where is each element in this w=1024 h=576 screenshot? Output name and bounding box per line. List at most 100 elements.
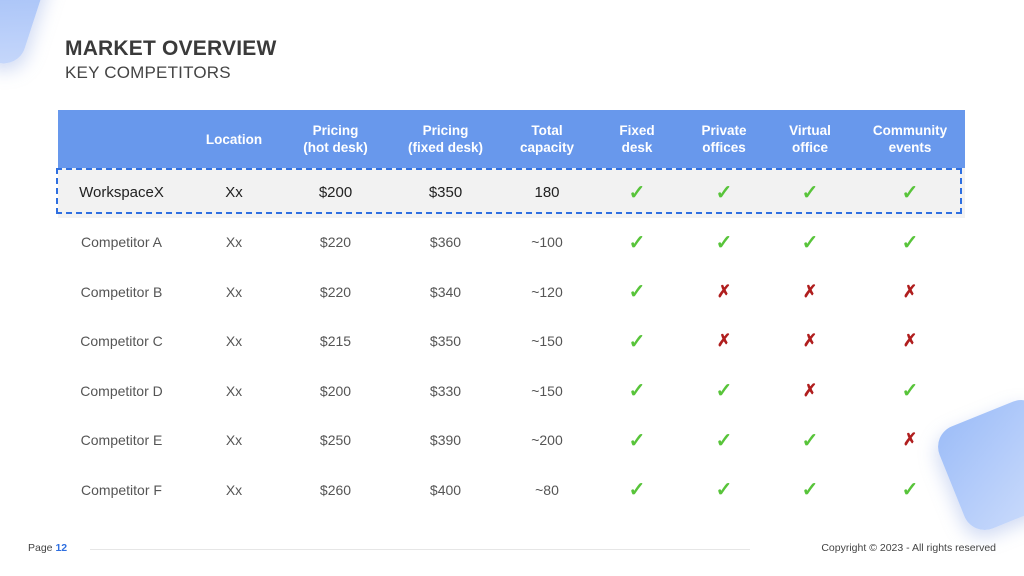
column-header-3: Pricing (fixed desk) [407,123,484,155]
location-cell: Xx [225,481,243,498]
page-indicator: Page 12 [28,542,67,554]
company-name-cell: Competitor D [80,382,163,399]
location-cell: Xx [225,432,243,449]
check-icon: ✓ [715,182,733,205]
table-row: Competitor C Xx $215 $350 ~150 ✓ ✗ ✗ ✗ [58,317,965,367]
cross-icon: ✗ [716,331,732,351]
check-icon: ✓ [801,429,819,452]
fixed-desk-price-cell: $340 [429,283,462,300]
table-row: Competitor A Xx $220 $360 ~100 ✓ ✓ ✓ ✓ [58,218,965,268]
feature-cell: ✓ [591,366,683,416]
location-cell: Xx [225,184,243,202]
footer-divider [90,549,750,550]
feature-cell: ✓ [855,168,965,218]
check-icon: ✓ [715,380,733,403]
feature-cell: ✓ [765,416,855,466]
check-icon: ✓ [628,182,646,205]
column-header-4: Total capacity [519,123,575,155]
decorative-shape-top-left [0,0,59,70]
feature-cell: ✗ [765,366,855,416]
fixed-desk-price-cell: $400 [429,481,462,498]
feature-cell: ✓ [765,168,855,218]
cross-icon: ✗ [802,380,818,400]
check-icon: ✓ [715,479,733,502]
column-header-7: Virtual office [789,123,831,155]
hot-desk-price-cell: $200 [318,184,353,202]
feature-cell: ✓ [591,267,683,317]
company-name-cell: Competitor E [80,432,163,449]
table-row: Competitor D Xx $200 $330 ~150 ✓ ✓ ✗ ✓ [58,366,965,416]
column-header-6: Private offices [701,123,747,155]
table-row: Competitor E Xx $250 $390 ~200 ✓ ✓ ✓ ✗ [58,416,965,466]
slide-subtitle: KEY COMPETITORS [65,63,231,82]
fixed-desk-price-cell: $330 [429,382,462,399]
hot-desk-price-cell: $260 [319,481,352,498]
feature-cell: ✓ [855,218,965,268]
check-icon: ✓ [628,429,646,452]
company-name-cell: Competitor A [81,234,162,251]
feature-cell: ✓ [683,168,765,218]
check-icon: ✓ [801,182,819,205]
feature-cell: ✗ [683,267,765,317]
location-cell: Xx [225,234,243,251]
check-icon: ✓ [901,231,919,254]
hot-desk-price-cell: $250 [319,432,352,449]
capacity-cell: ~150 [531,382,563,399]
check-icon: ✓ [628,479,646,502]
company-name-cell: Competitor C [80,333,163,350]
page-number: 12 [55,542,68,554]
hot-desk-price-cell: $200 [319,382,352,399]
feature-cell: ✗ [855,317,965,367]
column-header-0 [58,110,185,168]
feature-cell: ✗ [855,267,965,317]
feature-cell: ✓ [683,218,765,268]
check-icon: ✓ [801,231,819,254]
capacity-cell: ~80 [535,481,559,498]
fixed-desk-price-cell: $350 [429,333,462,350]
feature-cell: ✗ [683,317,765,367]
check-icon: ✓ [628,231,646,254]
table-row-highlighted: WorkspaceX Xx $200 $350 180 ✓ ✓ ✓ ✓ [56,168,965,218]
competitor-table: Location Pricing (hot desk) Pricing (fixed d… [56,110,965,515]
capacity-cell: ~150 [531,333,563,350]
company-name-cell: WorkspaceX [79,184,164,202]
feature-cell: ✓ [683,465,765,515]
feature-cell: ✗ [765,317,855,367]
column-header-2: Pricing (hot desk) [303,123,368,155]
fixed-desk-price-cell: $350 [428,184,463,202]
cross-icon: ✗ [802,331,818,351]
feature-cell: ✓ [683,416,765,466]
cross-icon: ✗ [902,281,918,301]
feature-cell: ✓ [683,366,765,416]
feature-cell: ✓ [765,465,855,515]
check-icon: ✓ [628,281,646,304]
check-icon: ✓ [901,479,919,502]
capacity-cell: ~100 [531,234,563,251]
column-header-5: Fixed desk [619,123,655,155]
feature-cell: ✗ [765,267,855,317]
check-icon: ✓ [715,429,733,452]
company-name-cell: Competitor F [81,481,162,498]
feature-cell: ✗ [855,416,965,466]
slide-title: MARKET OVERVIEW [65,37,277,60]
hot-desk-price-cell: $215 [319,333,352,350]
table-row: Competitor B Xx $220 $340 ~120 ✓ ✗ ✗ ✗ [58,267,965,317]
column-header-1: Location [205,131,263,147]
fixed-desk-price-cell: $360 [429,234,462,251]
location-cell: Xx [225,283,243,300]
cross-icon: ✗ [902,430,918,450]
table-body: WorkspaceX Xx $200 $350 180 ✓ ✓ ✓ ✓ Competitor A X… [56,168,965,515]
capacity-cell: ~120 [531,283,563,300]
cross-icon: ✗ [802,281,818,301]
capacity-cell: ~200 [531,432,563,449]
feature-cell: ✓ [591,416,683,466]
cross-icon: ✗ [902,331,918,351]
check-icon: ✓ [628,330,646,353]
check-icon: ✓ [901,380,919,403]
feature-cell: ✓ [855,465,965,515]
check-icon: ✓ [801,479,819,502]
location-cell: Xx [225,333,243,350]
table-row: Competitor F Xx $260 $400 ~80 ✓ ✓ ✓ ✓ [58,465,965,515]
feature-cell: ✓ [855,366,965,416]
feature-cell: ✓ [591,168,683,218]
